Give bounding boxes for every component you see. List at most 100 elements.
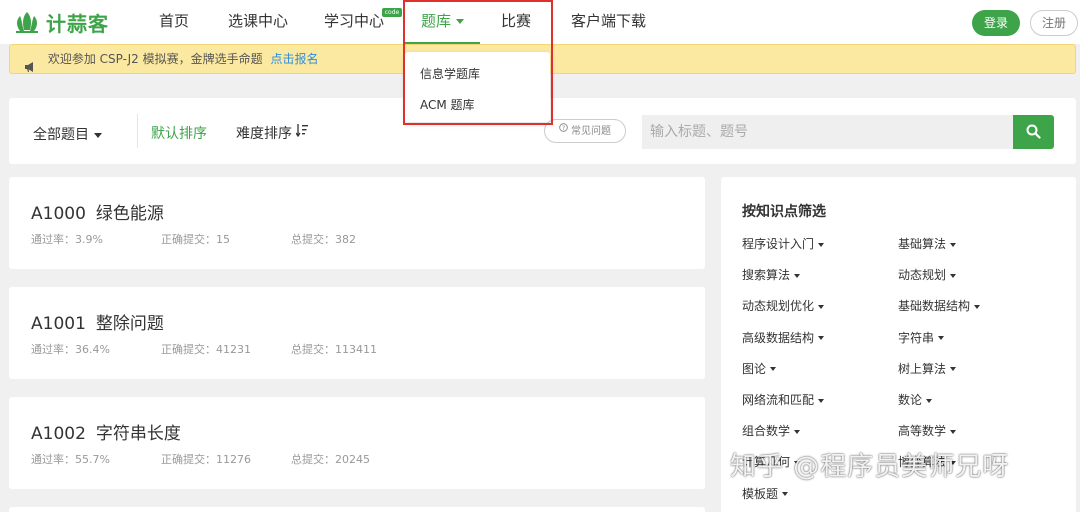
filter-item[interactable]: 字符串 bbox=[898, 329, 945, 346]
filter-item[interactable]: 高等数学 bbox=[898, 422, 957, 439]
caret-down-icon bbox=[950, 460, 957, 465]
site-logo[interactable]: 计蒜客 bbox=[12, 8, 109, 36]
search-button[interactable] bbox=[1013, 115, 1054, 149]
filter-item[interactable]: 组合数学 bbox=[742, 422, 801, 439]
nav-home[interactable]: 首页 bbox=[159, 0, 189, 44]
caret-down-icon bbox=[94, 132, 102, 138]
total-submissions: 总提交：382 bbox=[291, 233, 356, 246]
filter-item-label: 搜索算法 bbox=[742, 268, 791, 283]
nav-learning-center[interactable]: 学习中心 bbox=[324, 0, 384, 44]
caret-down-icon bbox=[818, 242, 825, 247]
filter-item[interactable]: 网络流和匹配 bbox=[742, 391, 825, 408]
code-badge: code bbox=[382, 8, 402, 17]
faq-label: 常见问题 bbox=[571, 126, 611, 137]
filter-item-label: 组合数学 bbox=[742, 424, 791, 439]
filter-item-label: 模板题 bbox=[742, 486, 779, 501]
top-nav-bar: 计蒜客 首页 选课中心 学习中心 code 题库 比赛 客户端下载 登录 注册 bbox=[0, 0, 1080, 44]
caret-down-icon bbox=[974, 304, 981, 309]
caret-down-icon bbox=[782, 492, 789, 497]
total-submissions: 总提交：20245 bbox=[291, 453, 370, 466]
announcement-text: 欢迎参加 CSP-J2 模拟赛，金牌选手命题 bbox=[47, 52, 263, 66]
filter-item[interactable]: 基础数据结构 bbox=[898, 297, 981, 314]
toolbar-divider bbox=[137, 114, 138, 148]
difficulty-sort-button[interactable]: 难度排序 bbox=[236, 123, 308, 143]
total-submissions: 总提交：113411 bbox=[291, 343, 377, 356]
filter-item[interactable]: 计算几何 bbox=[742, 453, 801, 470]
caret-down-icon bbox=[926, 398, 933, 403]
filter-item-label: 博弈算法 bbox=[898, 455, 947, 470]
caret-down-icon bbox=[950, 367, 957, 372]
caret-down-icon bbox=[794, 273, 801, 278]
correct-submissions: 正确提交：15 bbox=[161, 233, 230, 246]
filter-item[interactable]: 动态规划优化 bbox=[742, 297, 825, 314]
filter-item-label: 计算几何 bbox=[742, 455, 791, 470]
filter-item-label: 树上算法 bbox=[898, 361, 947, 376]
megaphone-icon bbox=[24, 54, 36, 72]
problem-title: A1001 整除问题 bbox=[31, 309, 164, 334]
caret-down-icon bbox=[794, 460, 801, 465]
filter-item[interactable]: 数论 bbox=[898, 391, 933, 408]
filter-item[interactable]: 动态规划 bbox=[898, 266, 957, 283]
search-icon bbox=[1026, 124, 1041, 143]
problem-id: A1001 bbox=[31, 314, 86, 334]
all-problems-dropdown[interactable]: 全部题目 bbox=[33, 124, 102, 144]
filter-item-label: 数论 bbox=[898, 393, 923, 407]
filter-item[interactable]: 高级数据结构 bbox=[742, 329, 825, 346]
caret-down-icon bbox=[818, 336, 825, 341]
problem-name: 整除问题 bbox=[95, 314, 164, 334]
filter-item[interactable]: 搜索算法 bbox=[742, 266, 801, 283]
knowledge-filter-panel: 按知识点筛选 程序设计入门 基础算法 搜索算法 动态规划 动态规划优化 基础数据结构 高级数… bbox=[721, 177, 1076, 512]
filter-item[interactable]: 基础算法 bbox=[898, 235, 957, 252]
question-circle-icon: ? bbox=[559, 119, 568, 141]
caret-down-icon bbox=[794, 429, 801, 434]
filter-item-label: 高等数学 bbox=[898, 424, 947, 439]
nav-contest[interactable]: 比赛 bbox=[501, 0, 531, 44]
filter-item-label: 程序设计入门 bbox=[742, 237, 815, 251]
correct-submissions: 正确提交：41231 bbox=[161, 343, 251, 356]
filter-item-label: 图论 bbox=[742, 361, 767, 376]
nav-client-download[interactable]: 客户端下载 bbox=[571, 0, 646, 44]
caret-down-icon bbox=[950, 429, 957, 434]
dropdown-item-acm-bank[interactable]: ACM 题库 bbox=[420, 96, 475, 113]
filter-item[interactable]: 模板题 bbox=[742, 485, 789, 502]
filter-item-label: 基础算法 bbox=[898, 237, 947, 251]
problem-card[interactable]: A1000 绿色能源 通过率：3.9% 正确提交：15 总提交：382 bbox=[9, 177, 705, 269]
problem-id: A1002 bbox=[31, 424, 86, 444]
filter-item-label: 动态规划优化 bbox=[742, 299, 815, 314]
problem-id: A1000 bbox=[31, 204, 86, 224]
logo-text: 计蒜客 bbox=[46, 11, 109, 36]
search-input[interactable] bbox=[642, 115, 1013, 149]
nav-problem-bank[interactable]: 题库 bbox=[405, 0, 481, 44]
caret-down-icon bbox=[818, 398, 825, 403]
filter-item-label: 高级数据结构 bbox=[742, 330, 815, 345]
filter-item-label: 网络流和匹配 bbox=[742, 393, 815, 407]
problem-bank-dropdown: 信息学题库 ACM 题库 bbox=[405, 52, 550, 122]
problem-title: A1000 绿色能源 bbox=[31, 199, 164, 224]
problem-card[interactable]: A1002 字符串长度 通过率：55.7% 正确提交：11276 总提交：2024… bbox=[9, 397, 705, 489]
caret-down-icon bbox=[950, 242, 957, 247]
filter-item[interactable]: 博弈算法 bbox=[898, 453, 957, 470]
filter-item[interactable]: 树上算法 bbox=[898, 360, 957, 377]
filter-item-label: 字符串 bbox=[898, 330, 935, 345]
caret-down-icon bbox=[938, 336, 945, 341]
login-button[interactable]: 登录 bbox=[972, 10, 1020, 36]
caret-down-icon bbox=[818, 304, 825, 309]
faq-button[interactable]: ? 常见问题 bbox=[544, 119, 626, 143]
filter-item[interactable]: 程序设计入门 bbox=[742, 235, 825, 252]
default-sort-button[interactable]: 默认排序 bbox=[151, 123, 207, 143]
all-problems-label: 全部题目 bbox=[33, 127, 89, 143]
sort-descending-icon bbox=[295, 123, 308, 141]
problem-card[interactable] bbox=[9, 507, 705, 512]
problem-name: 字符串长度 bbox=[95, 424, 181, 444]
dropdown-item-oi-bank[interactable]: 信息学题库 bbox=[420, 65, 480, 82]
problem-card[interactable]: A1001 整除问题 通过率：36.4% 正确提交：41231 总提交：11341… bbox=[9, 287, 705, 379]
nav-course-center[interactable]: 选课中心 bbox=[228, 0, 288, 44]
register-button[interactable]: 注册 bbox=[1030, 10, 1078, 36]
register-link[interactable]: 点击报名 bbox=[270, 52, 318, 66]
garlic-logo-icon bbox=[12, 10, 42, 34]
difficulty-sort-label: 难度排序 bbox=[236, 126, 292, 142]
svg-text:?: ? bbox=[562, 125, 565, 132]
filter-item-label: 基础数据结构 bbox=[898, 299, 971, 314]
filter-item[interactable]: 图论 bbox=[742, 360, 777, 377]
pass-rate: 通过率：55.7% bbox=[31, 453, 110, 466]
